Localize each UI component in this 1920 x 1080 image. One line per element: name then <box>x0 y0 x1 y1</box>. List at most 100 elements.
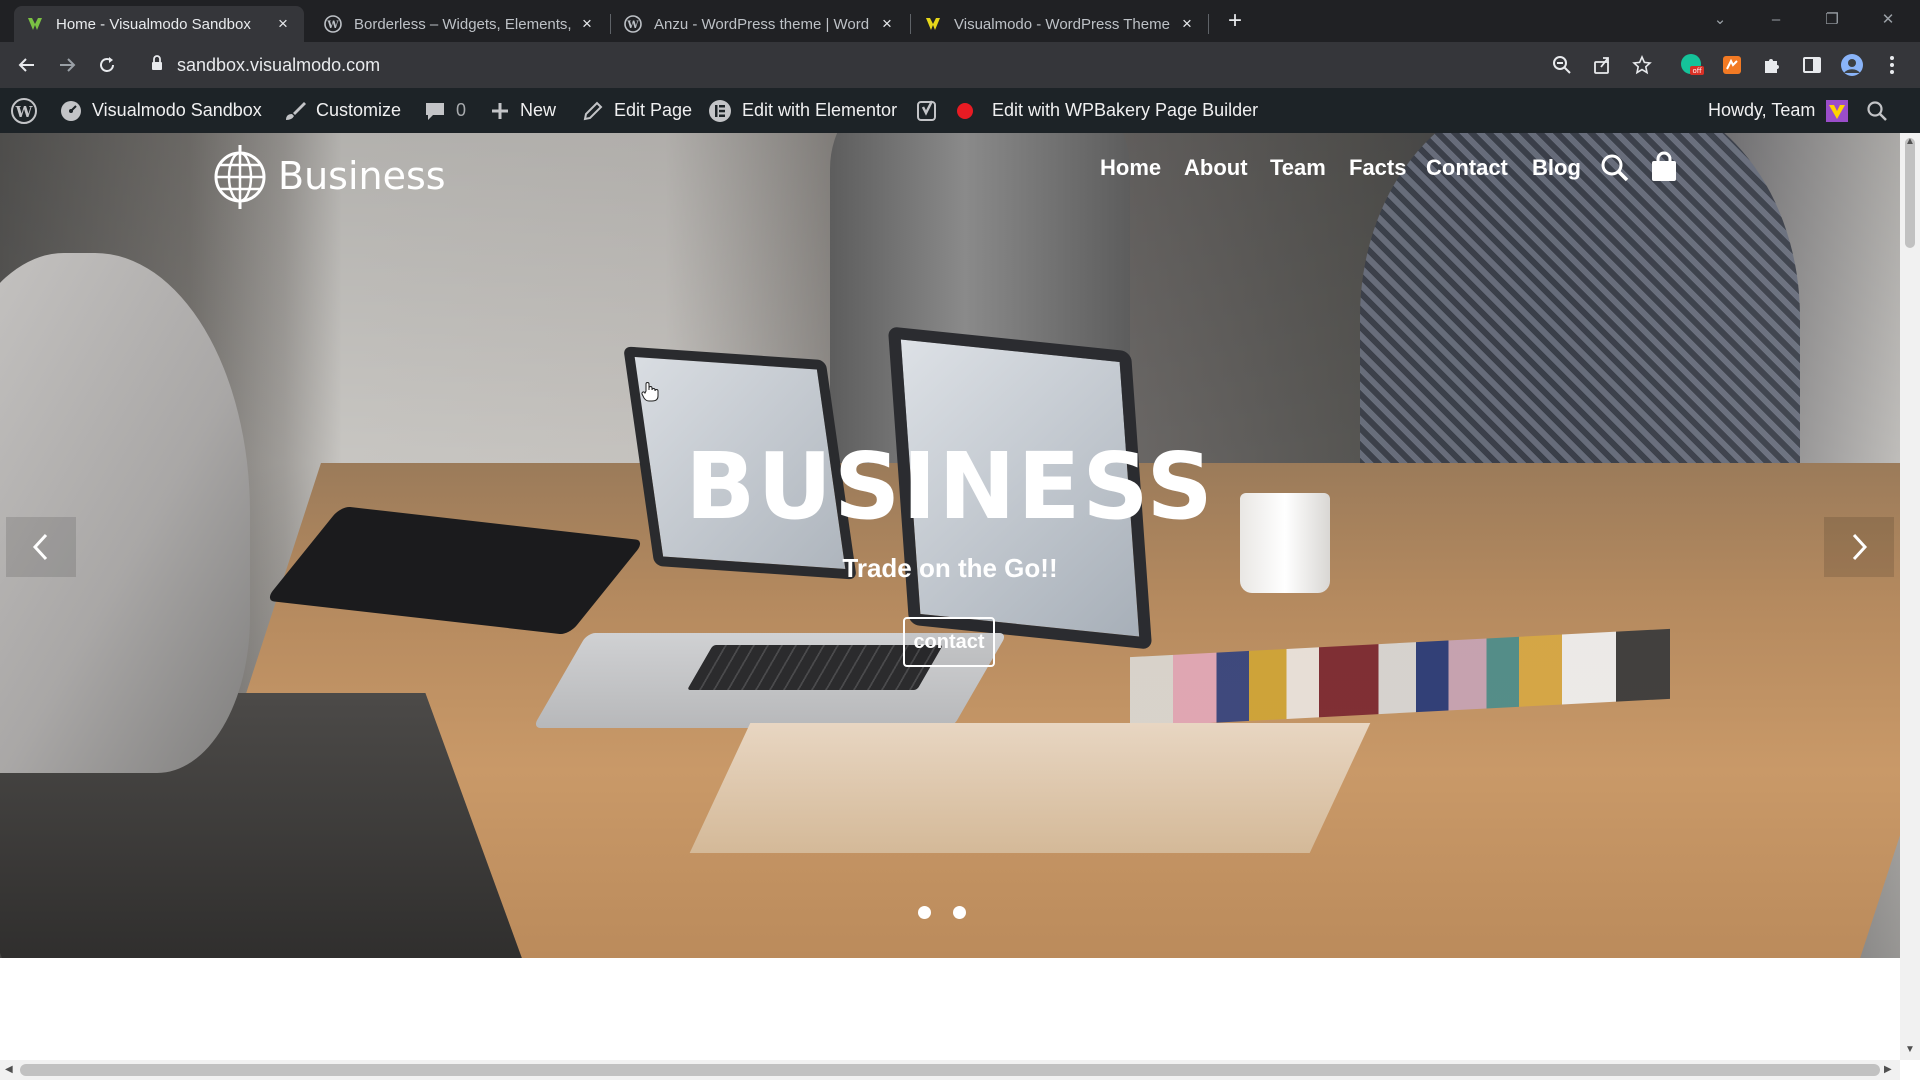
tab-separator <box>910 14 911 34</box>
wordpress-favicon-icon: W <box>624 15 642 33</box>
scroll-right-arrow-icon[interactable]: ▶ <box>1884 1064 1892 1075</box>
vertical-scrollbar[interactable] <box>1900 133 1920 1060</box>
back-button[interactable] <box>12 50 42 80</box>
close-tab-icon[interactable]: × <box>274 15 292 33</box>
svg-text:W: W <box>326 20 339 31</box>
minimize-window-icon[interactable]: – <box>1754 0 1798 42</box>
horizontal-scrollbar-thumb[interactable] <box>20 1064 1880 1076</box>
forward-button[interactable] <box>52 50 82 80</box>
nav-about[interactable]: About <box>1184 155 1248 181</box>
tab-separator <box>610 14 611 34</box>
wordpress-favicon-icon: W <box>324 15 342 33</box>
back-arrow-icon <box>18 58 34 72</box>
new-label: New <box>520 100 557 120</box>
zoom-icon[interactable] <box>1550 53 1574 77</box>
browser-tab-strip: Home - Visualmodo Sandbox × W Borderless… <box>0 0 1920 42</box>
nav-home[interactable]: Home <box>1100 155 1161 181</box>
photo-notebooks <box>689 723 1371 853</box>
nav-blog[interactable]: Blog <box>1532 155 1581 181</box>
tab-visualmodo-wordpress-theme[interactable]: Visualmodo - WordPress Theme × <box>912 6 1208 42</box>
seo-status-red-dot-icon[interactable] <box>956 88 984 133</box>
hand-cursor-icon <box>640 381 660 408</box>
visualmodo-favicon-icon <box>26 15 44 33</box>
customize-label: Customize <box>316 100 402 120</box>
slider-next-button[interactable] <box>1824 517 1894 577</box>
extensions-puzzle-icon[interactable] <box>1760 53 1784 77</box>
nav-contact[interactable]: Contact <box>1426 155 1508 181</box>
tab-title: Borderless – Widgets, Elements, <box>354 15 572 33</box>
hero-title: BUSINESS <box>685 433 1215 540</box>
pencil-icon <box>583 101 603 120</box>
paintbrush-icon <box>286 101 306 120</box>
tab-borderless[interactable]: W Borderless – Widgets, Elements, × <box>312 6 608 42</box>
close-tab-icon[interactable]: × <box>1178 15 1196 33</box>
wp-admin-bar: W Visualmodo Sandbox Customize 0 New Edi… <box>0 88 1920 133</box>
howdy-label: Howdy, Team <box>1708 100 1816 120</box>
tab-search-chevron-icon[interactable]: ⌄ <box>1698 0 1742 42</box>
reload-icon <box>100 57 114 72</box>
reload-button[interactable] <box>92 50 122 80</box>
share-icon[interactable] <box>1590 53 1614 77</box>
chevron-right-icon <box>1852 533 1868 561</box>
scroll-left-arrow-icon[interactable]: ◀ <box>5 1064 13 1075</box>
profile-avatar[interactable] <box>1840 53 1864 77</box>
slider-dot-1[interactable] <box>918 906 931 919</box>
grammarly-extension-icon[interactable]: off <box>1680 53 1704 77</box>
site-name-label: Visualmodo Sandbox <box>92 100 262 120</box>
bookmark-star-icon[interactable] <box>1630 53 1654 77</box>
plus-icon <box>492 102 508 119</box>
admin-search-icon[interactable] <box>1866 88 1898 133</box>
edit-wpbakery-label: Edit with WPBakery Page Builder <box>992 100 1259 120</box>
tab-title: Visualmodo - WordPress Theme <box>954 15 1170 33</box>
svg-text:W: W <box>15 103 34 121</box>
svg-text:W: W <box>626 20 639 31</box>
side-panel-icon[interactable] <box>1800 53 1824 77</box>
wordpress-logo-icon[interactable]: W <box>10 88 48 133</box>
restore-window-icon[interactable]: ❐ <box>1810 0 1854 42</box>
edit-page-label: Edit Page <box>614 100 693 120</box>
lock-icon[interactable] <box>150 54 164 77</box>
slider-prev-button[interactable] <box>6 517 76 577</box>
new-content-link[interactable]: New <box>490 88 556 133</box>
edit-with-elementor-link[interactable]: Edit with Elementor <box>708 88 897 133</box>
vertical-scrollbar-thumb[interactable] <box>1905 138 1915 248</box>
comment-bubble-icon <box>426 102 444 120</box>
dashboard-gauge-icon <box>61 100 81 121</box>
user-avatar <box>1826 99 1849 122</box>
visualmodo-favicon-icon <box>924 15 942 33</box>
slider-dot-2[interactable] <box>953 906 966 919</box>
svg-text:off: off <box>1692 67 1701 75</box>
edit-with-wpbakery-link[interactable]: Edit with WPBakery Page Builder <box>992 88 1258 133</box>
close-tab-icon[interactable]: × <box>578 15 596 33</box>
hero-subtitle: Trade on the Go!! <box>842 553 1058 583</box>
edit-page-link[interactable]: Edit Page <box>582 88 692 133</box>
comments-link[interactable]: 0 <box>424 88 466 133</box>
nav-facts[interactable]: Facts <box>1349 155 1406 181</box>
nav-team[interactable]: Team <box>1270 155 1326 181</box>
tab-title: Anzu - WordPress theme | Word <box>654 15 870 33</box>
address-bar-url[interactable]: sandbox.visualmodo.com <box>177 55 380 76</box>
browser-menu-icon[interactable] <box>1880 53 1904 77</box>
close-window-icon[interactable]: ✕ <box>1866 0 1910 42</box>
new-tab-button[interactable]: + <box>1220 6 1250 36</box>
hero-slider: Business Home About Team Facts Contact B… <box>0 133 1900 958</box>
elementor-icon <box>709 99 731 122</box>
yoast-seo-icon[interactable] <box>916 88 950 133</box>
forward-arrow-icon <box>60 58 76 72</box>
customize-link[interactable]: Customize <box>284 88 401 133</box>
my-account-menu[interactable]: Howdy, Team <box>1708 88 1849 133</box>
shopping-bag-icon[interactable] <box>1650 151 1678 189</box>
main-navigation: Home About Team Facts Contact Blog <box>0 151 1900 191</box>
tab-separator <box>1208 14 1209 34</box>
contact-button[interactable]: contact <box>903 617 995 667</box>
tab-home-visualmodo-sandbox[interactable]: Home - Visualmodo Sandbox × <box>14 6 304 42</box>
tab-title: Home - Visualmodo Sandbox <box>56 15 251 33</box>
comments-count: 0 <box>456 100 467 120</box>
site-name-link[interactable]: Visualmodo Sandbox <box>60 88 262 133</box>
scroll-down-arrow-icon[interactable]: ▼ <box>1905 1044 1915 1055</box>
scroll-up-arrow-icon[interactable]: ▲ <box>1905 136 1915 147</box>
orange-extension-icon[interactable] <box>1720 53 1744 77</box>
site-search-icon[interactable] <box>1600 153 1630 189</box>
close-tab-icon[interactable]: × <box>878 15 896 33</box>
tab-anzu[interactable]: W Anzu - WordPress theme | Word × <box>612 6 908 42</box>
